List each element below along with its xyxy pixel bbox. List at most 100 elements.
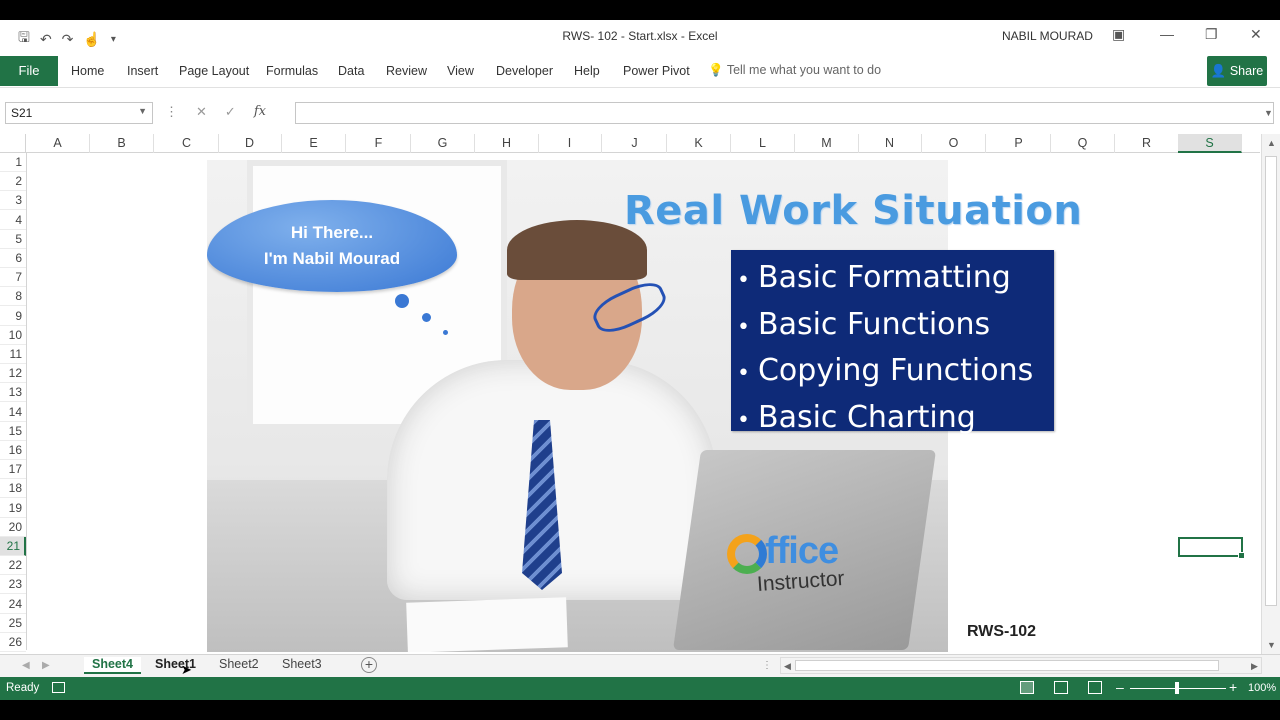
row-header[interactable]: 10 [0, 326, 26, 345]
column-header[interactable]: S [1178, 134, 1242, 153]
tab-home[interactable]: Home [71, 64, 104, 78]
row-header[interactable]: 8 [0, 287, 26, 307]
tab-developer[interactable]: Developer [496, 64, 553, 78]
tab-page-layout[interactable]: Page Layout [179, 64, 249, 78]
formula-input[interactable] [295, 102, 1274, 124]
column-header[interactable]: O [922, 134, 986, 153]
row-header[interactable]: 14 [0, 403, 26, 422]
row-header[interactable]: 6 [0, 249, 26, 268]
row-header[interactable]: 25 [0, 614, 26, 633]
row-header[interactable]: 4 [0, 211, 26, 230]
row-header[interactable]: 24 [0, 595, 26, 614]
column-header[interactable]: A [26, 134, 90, 153]
tab-formulas[interactable]: Formulas [266, 64, 318, 78]
add-sheet-icon[interactable]: + [361, 657, 377, 673]
close-icon[interactable]: ✕ [1250, 26, 1262, 43]
row-header[interactable]: 18 [0, 479, 26, 499]
horizontal-scrollbar[interactable]: ◀ ▶ [780, 657, 1262, 674]
column-header[interactable]: K [667, 134, 731, 153]
row-header[interactable]: 19 [0, 499, 26, 518]
tab-view[interactable]: View [447, 64, 474, 78]
tab-help[interactable]: Help [574, 64, 600, 78]
zoom-out-icon[interactable]: – [1116, 679, 1124, 695]
cancel-icon[interactable]: ✕ [196, 104, 207, 120]
tab-power-pivot[interactable]: Power Pivot [623, 64, 690, 78]
column-header[interactable]: N [858, 134, 922, 153]
column-header[interactable]: J [603, 134, 667, 153]
row-header[interactable]: 20 [0, 518, 26, 537]
vertical-scrollbar[interactable]: ▲ ▼ [1261, 134, 1280, 654]
vertical-scroll-thumb[interactable] [1265, 156, 1277, 606]
page-break-view-icon[interactable] [1088, 681, 1102, 694]
tell-me-search[interactable]: 💡 Tell me what you want to do [708, 63, 881, 78]
row-header[interactable]: 1 [0, 153, 26, 172]
column-header[interactable]: I [538, 134, 602, 153]
cloud-line-1: Hi There... [290, 223, 374, 242]
zoom-level[interactable]: 100% [1248, 682, 1276, 694]
macro-record-icon[interactable] [52, 682, 65, 693]
prev-sheet-icon[interactable]: ◀ [22, 660, 30, 671]
scroll-right-icon[interactable]: ▶ [1251, 661, 1258, 672]
column-header[interactable]: C [155, 134, 219, 153]
row-header[interactable]: 12 [0, 364, 26, 384]
ribbon-display-options-icon[interactable]: ▣ [1112, 26, 1125, 43]
column-header[interactable]: E [282, 134, 346, 153]
column-header[interactable]: B [90, 134, 154, 153]
column-header[interactable]: P [987, 134, 1051, 153]
topic-label: Basic Functions [757, 306, 991, 342]
column-header[interactable]: M [795, 134, 859, 153]
sheet-tab-sheet4[interactable]: Sheet4 [84, 657, 141, 674]
topics-box[interactable]: • Basic Formatting • Basic Functions • Copy… [731, 250, 1054, 435]
minimize-icon[interactable]: — [1160, 26, 1174, 42]
scroll-down-icon[interactable]: ▼ [1267, 640, 1276, 650]
column-header[interactable]: G [411, 134, 475, 153]
next-sheet-icon[interactable]: ▶ [42, 660, 50, 671]
row-header[interactable]: 13 [0, 383, 26, 403]
tab-data[interactable]: Data [338, 64, 364, 78]
zoom-in-icon[interactable]: + [1229, 679, 1237, 695]
tab-insert[interactable]: Insert [127, 64, 158, 78]
row-header[interactable]: 15 [0, 422, 26, 441]
expand-formula-bar-icon[interactable]: ▼ [1264, 108, 1273, 118]
column-header[interactable]: L [731, 134, 795, 153]
slide-title[interactable]: Real Work Situation [624, 188, 1082, 234]
restore-icon[interactable]: ❐ [1205, 26, 1218, 43]
enter-icon[interactable]: ✓ [225, 104, 236, 120]
name-box[interactable]: S21 ▼ [5, 102, 153, 124]
normal-view-icon[interactable] [1020, 681, 1034, 694]
sheet-tab-sheet2[interactable]: Sheet2 [219, 657, 259, 671]
column-header[interactable]: F [347, 134, 411, 153]
row-header[interactable]: 11 [0, 345, 26, 364]
row-header[interactable]: 2 [0, 172, 26, 192]
row-header[interactable]: 23 [0, 575, 26, 595]
row-header[interactable]: 3 [0, 191, 26, 211]
row-header[interactable]: 5 [0, 230, 26, 249]
column-header[interactable]: H [475, 134, 539, 153]
active-cell[interactable] [1178, 537, 1245, 559]
scroll-up-icon[interactable]: ▲ [1267, 138, 1276, 148]
user-name[interactable]: NABIL MOURAD [1002, 29, 1093, 43]
page-layout-view-icon[interactable] [1054, 681, 1068, 694]
sheet-tab-sheet3[interactable]: Sheet3 [282, 657, 322, 671]
chevron-down-icon[interactable]: ▼ [138, 106, 147, 116]
tab-review[interactable]: Review [386, 64, 427, 78]
row-header[interactable]: 16 [0, 441, 26, 460]
tab-split-handle-icon[interactable]: ⋮ [762, 660, 772, 671]
tab-file[interactable]: File [0, 56, 58, 86]
topic-item: • Copying Functions [737, 353, 1034, 388]
share-button[interactable]: 👤 Share [1207, 56, 1267, 86]
row-header[interactable]: 26 [0, 633, 26, 652]
insert-function-icon[interactable]: fx [254, 104, 266, 120]
row-header[interactable]: 22 [0, 556, 26, 576]
horizontal-scroll-thumb[interactable] [795, 660, 1219, 671]
row-header[interactable]: 7 [0, 268, 26, 288]
column-header[interactable]: R [1115, 134, 1179, 153]
row-header[interactable]: 21 [0, 537, 26, 556]
select-all-button[interactable] [0, 134, 26, 153]
row-header[interactable]: 17 [0, 460, 26, 480]
column-header[interactable]: Q [1051, 134, 1115, 153]
row-header[interactable]: 9 [0, 307, 26, 326]
zoom-slider-thumb[interactable] [1175, 682, 1179, 694]
column-header[interactable]: D [218, 134, 282, 153]
scroll-left-icon[interactable]: ◀ [784, 661, 791, 672]
